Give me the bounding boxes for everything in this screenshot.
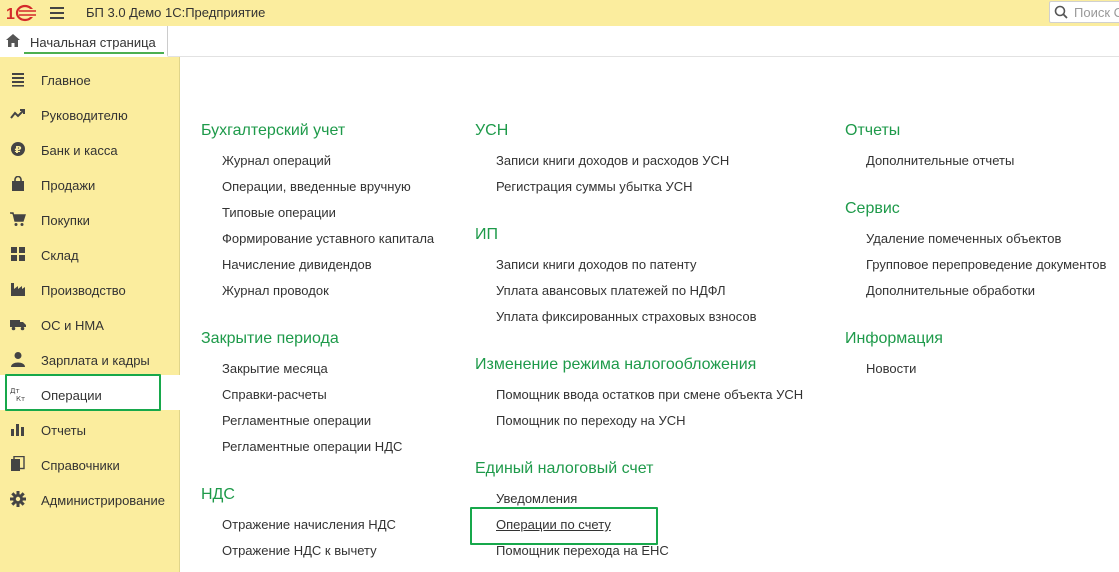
section-title: ИП [475, 226, 498, 243]
search-input[interactable]: Поиск С [1049, 1, 1119, 23]
section-title: Бухгалтерский учет [201, 122, 346, 139]
books-icon [10, 455, 26, 472]
section-title: Изменение режима налогообложения [475, 356, 757, 373]
sidebar-item-label: Главное [41, 73, 91, 88]
sidebar-item[interactable]: ₽ Банк и касса [0, 130, 180, 165]
ruble-coin-icon: ₽ [10, 141, 26, 157]
section-title: УСН [475, 122, 509, 139]
sidebar-item-label: Операции [41, 388, 102, 403]
person-icon [10, 351, 26, 367]
sidebar-item[interactable]: Отчеты [0, 410, 180, 445]
svg-text:Дт: Дт [10, 387, 20, 395]
nav-link[interactable]: Новости [866, 361, 916, 376]
nav-link[interactable]: Журнал операций [222, 153, 331, 168]
sidebar-item[interactable]: Производство [0, 270, 180, 305]
dt-kt-icon: Дт Кт [10, 386, 26, 403]
nav-link[interactable]: Уплата фиксированных страховых взносов [496, 309, 756, 324]
truck-icon [10, 316, 26, 332]
sidebar-item-label: Отчеты [41, 423, 86, 438]
nav-link[interactable]: Записи книги доходов по патенту [496, 257, 696, 272]
bar-chart-icon [10, 421, 26, 437]
factory-icon [10, 281, 26, 297]
gear-icon [10, 491, 26, 507]
shopping-bag-icon [10, 175, 26, 192]
nav-link[interactable]: Журнал проводок [222, 283, 329, 298]
cart-icon [10, 211, 26, 227]
sidebar: Главное Руководителю ₽ Банк и касса Продажи П… [0, 57, 180, 572]
nav-link[interactable]: Регламентные операции НДС [222, 439, 402, 454]
nav-link[interactable]: Операции по счету [496, 517, 611, 532]
section-title: Информация [845, 330, 943, 347]
search-icon [1054, 5, 1068, 22]
sidebar-item[interactable]: Руководителю [0, 95, 180, 130]
sidebar-item-label: Справочники [41, 458, 120, 473]
nav-link[interactable]: Удаление помеченных объектов [866, 231, 1061, 246]
nav-link[interactable]: Отражение начисления НДС [222, 517, 396, 532]
sidebar-item[interactable]: Справочники [0, 445, 180, 480]
nav-link[interactable]: Типовые операции [222, 205, 336, 220]
section-title: НДС [201, 486, 235, 503]
sidebar-item[interactable]: Покупки [0, 200, 180, 235]
section-title: Отчеты [845, 122, 901, 139]
sidebar-item-label: ОС и НМА [41, 318, 104, 333]
nav-link[interactable]: Дополнительные отчеты [866, 153, 1014, 168]
section-title: Единый налоговый счет [475, 460, 654, 477]
sidebar-item-label: Склад [41, 248, 79, 263]
nav-link[interactable]: Уведомления [496, 491, 577, 506]
nav-link[interactable]: Справки-расчеты [222, 387, 327, 402]
nav-link[interactable]: Регламентные операции [222, 413, 371, 428]
sidebar-item-label: Руководителю [41, 108, 128, 123]
sidebar-item[interactable]: ОС и НМА [0, 305, 180, 340]
trend-icon [10, 106, 26, 122]
nav-link[interactable]: Закрытие месяца [222, 361, 328, 376]
nav-link[interactable]: Помощник по переходу на УСН [496, 413, 686, 428]
nav-link[interactable]: Групповое перепроведение документов [866, 257, 1106, 272]
nav-link[interactable]: Записи книги доходов и расходов УСН [496, 153, 729, 168]
nav-link[interactable]: Регистрация суммы убытка УСН [496, 179, 693, 194]
svg-text:₽: ₽ [15, 145, 22, 156]
sidebar-item-label: Банк и касса [41, 143, 118, 158]
main-content: Бухгалтерский учет Журнал операций Операци… [181, 57, 1119, 572]
title-bar: 1 БП 3.0 Демо 1С:Предприятие Поиск С [0, 0, 1119, 26]
list-icon [10, 71, 26, 87]
svg-text:1: 1 [6, 6, 15, 22]
svg-text:Кт: Кт [16, 395, 25, 402]
app-title: БП 3.0 Демо 1С:Предприятие [86, 5, 266, 20]
sidebar-item-label: Покупки [41, 213, 90, 228]
nav-link[interactable]: Помощник перехода на ЕНС [496, 543, 669, 558]
nav-link[interactable]: Начисление дивидендов [222, 257, 372, 272]
nav-link[interactable]: Уплата авансовых платежей по НДФЛ [496, 283, 726, 298]
active-tab-underline [24, 52, 164, 54]
sidebar-item-label: Администрирование [41, 493, 165, 508]
search-placeholder: Поиск С [1074, 5, 1119, 20]
sidebar-item[interactable]: Дт Кт Операции [0, 375, 180, 410]
sidebar-item[interactable]: Продажи [0, 165, 180, 200]
sidebar-item-label: Продажи [41, 178, 96, 193]
nav-link[interactable]: Дополнительные обработки [866, 283, 1035, 298]
sidebar-item[interactable]: Зарплата и кадры [0, 340, 180, 375]
sidebar-item[interactable]: Администрирование [0, 480, 180, 515]
tab-home[interactable]: Начальная страница [0, 26, 168, 57]
nav-link[interactable]: Помощник ввода остатков при смене объект… [496, 387, 803, 402]
sidebar-item[interactable]: Склад [0, 235, 180, 270]
section-title: Закрытие периода [201, 330, 339, 347]
sidebar-item-label: Производство [41, 283, 126, 298]
sidebar-item-label: Зарплата и кадры [41, 353, 150, 368]
grid-icon [10, 246, 26, 262]
1c-logo[interactable]: 1 [6, 3, 40, 23]
tab-home-label: Начальная страница [30, 35, 156, 50]
nav-link[interactable]: Отражение НДС к вычету [222, 543, 377, 558]
home-icon [6, 34, 20, 50]
nav-link[interactable]: Формирование уставного капитала [222, 231, 434, 246]
menu-icon[interactable] [50, 7, 64, 19]
nav-link[interactable]: Операции, введенные вручную [222, 179, 411, 194]
section-title: Сервис [845, 200, 900, 217]
tab-strip: Начальная страница [0, 26, 1119, 57]
sidebar-item[interactable]: Главное [0, 60, 180, 95]
